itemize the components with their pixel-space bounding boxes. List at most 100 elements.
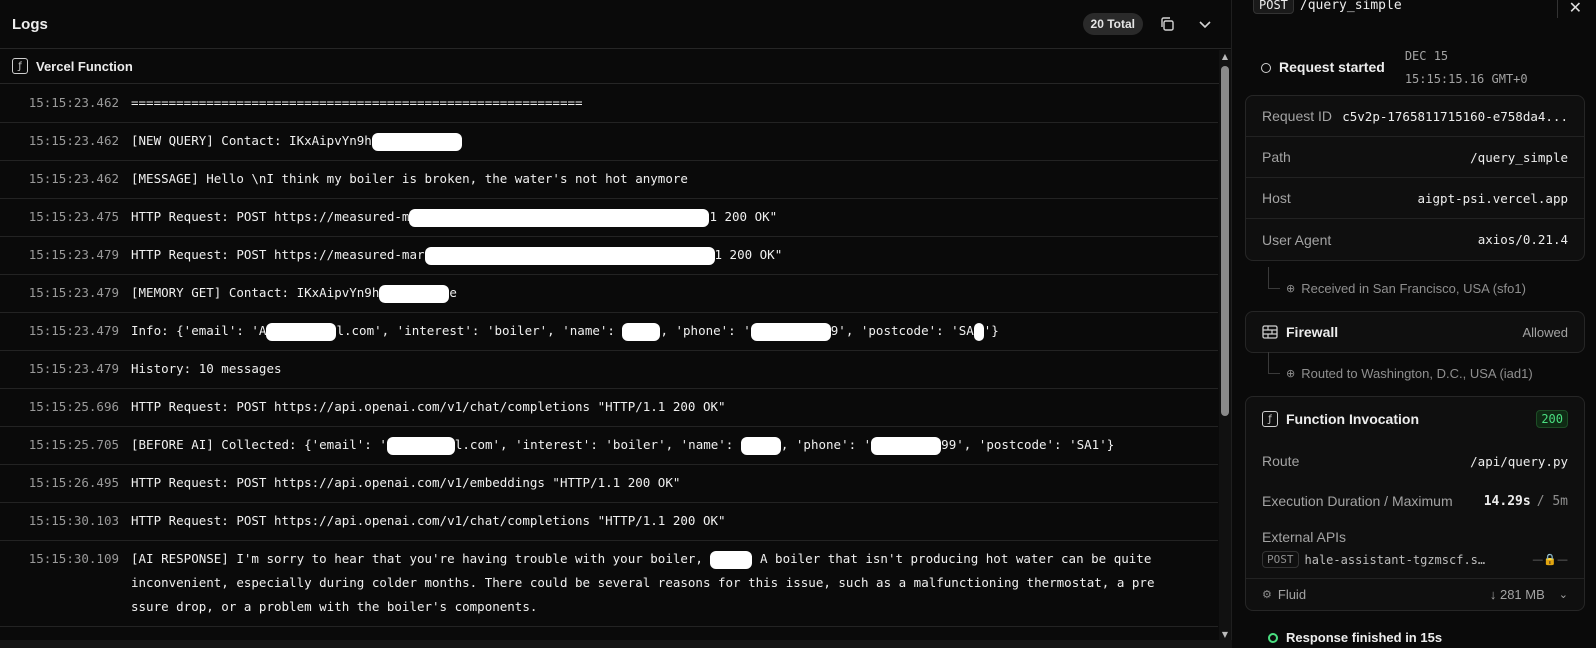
path-value[interactable]: /query_simple: [1470, 150, 1568, 165]
log-row[interactable]: 15:15:23.479 Info: {'email': 'A l.com', 'i…: [0, 313, 1218, 351]
circle-icon: [1261, 63, 1271, 73]
log-text: , 'phone': ': [780, 437, 872, 452]
function-icon: ƒ: [12, 58, 28, 74]
log-scrollbar[interactable]: ▲ ▼: [1219, 50, 1231, 648]
log-text: , 'phone': ': [660, 323, 751, 338]
log-text: [MEMORY GET] Contact: IKxAipvYn9h: [131, 285, 380, 300]
log-row[interactable]: 15:15:23.479 History: 10 messages: [0, 351, 1218, 389]
request-path: /query_simple: [1299, 0, 1402, 13]
duration-row: Execution Duration / Maximum 14.29s / 5m: [1246, 481, 1584, 521]
firewall-icon: [1262, 325, 1278, 339]
log-text: HTTP Request: POST https://measured-m: [131, 209, 410, 224]
function-invocation-card: ƒ Function Invocation 200 Route /api/que…: [1245, 396, 1585, 611]
logs-header: Logs 20 Total: [0, 0, 1231, 49]
redaction-mark: [622, 322, 661, 341]
chevron-down-icon[interactable]: ⌄: [1559, 588, 1568, 601]
log-row[interactable]: 15:15:23.462 [MESSAGE] Hello \nI think my…: [0, 161, 1218, 199]
log-message: Info: {'email': 'A l.com', 'interest': 'b…: [131, 319, 1161, 343]
memory-value: ↓ 281 MB: [1489, 587, 1545, 602]
log-row[interactable]: 15:15:23.479 HTTP Request: POST https://m…: [0, 237, 1218, 275]
route-label: Route: [1262, 453, 1300, 469]
redaction-mark: [371, 132, 462, 151]
user-agent-row: User Agent axios/0.21.4: [1246, 219, 1584, 260]
routed-to-text: Routed to Washington, D.C., USA (iad1): [1301, 366, 1533, 381]
duration-value: 14.29s: [1483, 493, 1531, 509]
log-text: [MESSAGE] Hello \nI think my boiler is b…: [131, 171, 688, 186]
log-row[interactable]: 15:15:30.109 [AI RESPONSE] I'm sorry to h…: [0, 541, 1218, 627]
invocation-title: Function Invocation: [1286, 411, 1419, 427]
firewall-card[interactable]: Firewall Allowed: [1245, 311, 1585, 353]
total-badge: 20 Total: [1082, 13, 1143, 35]
fluid-row[interactable]: ⚙ Fluid ↓ 281 MB ⌄: [1246, 578, 1584, 610]
redaction-mark: [266, 322, 337, 341]
request-started: Request started DEC 15 15:15:15.16 GMT+0: [1261, 45, 1528, 91]
close-icon[interactable]: ✕: [1569, 0, 1582, 17]
log-text: e: [449, 285, 457, 300]
connector-line: [1268, 352, 1269, 374]
log-message: ========================================…: [131, 91, 1161, 115]
request-path-header: POST /query_simple: [1253, 0, 1402, 14]
request-id-value[interactable]: c5v2p-1765811715160-e758da4...: [1342, 109, 1568, 124]
log-row[interactable]: 15:15:26.495 HTTP Request: POST https://a…: [0, 465, 1218, 503]
path-row: Path /query_simple: [1246, 137, 1584, 178]
firewall-label: Firewall: [1286, 324, 1339, 340]
log-timestamp: 15:15:26.495: [28, 475, 119, 490]
scroll-up-icon[interactable]: ▲: [1219, 52, 1231, 66]
log-text: 99', 'postcode': 'SA1'}: [941, 437, 1115, 452]
redaction-mark: [424, 246, 715, 265]
log-row[interactable]: 15:15:25.696 HTTP Request: POST https://a…: [0, 389, 1218, 427]
log-message: [NEW QUERY] Contact: IKxAipvYn9h: [131, 129, 1161, 153]
gear-icon: ⚙: [1262, 588, 1272, 601]
routed-to-row: ⊕ Routed to Washington, D.C., USA (iad1): [1268, 352, 1533, 381]
redaction-mark: [379, 284, 450, 303]
external-api-row[interactable]: POST hale-assistant-tgzmscf.svc.aped... …: [1246, 549, 1584, 578]
log-row[interactable]: 15:15:23.462 [NEW QUERY] Contact: IKxAipv…: [0, 123, 1218, 161]
log-row[interactable]: 15:15:23.462 ============================…: [0, 85, 1218, 123]
redaction-mark: [973, 322, 984, 341]
log-timestamp: 15:15:23.462: [28, 133, 119, 148]
host-label: Host: [1262, 190, 1291, 206]
scroll-thumb[interactable]: [1221, 66, 1229, 416]
logs-panel: Logs 20 Total ƒ Vercel Function 15:15:23…: [0, 0, 1232, 648]
invocation-header[interactable]: ƒ Function Invocation 200: [1246, 397, 1584, 441]
log-row[interactable]: 15:15:23.475 HTTP Request: POST https://m…: [0, 199, 1218, 237]
route-value[interactable]: /api/query.py: [1470, 454, 1568, 469]
log-timestamp: 15:15:23.462: [28, 95, 119, 110]
log-message: [AI RESPONSE] I'm sorry to hear that you…: [131, 547, 1161, 619]
chevron-down-icon[interactable]: [1191, 10, 1219, 38]
function-icon: ƒ: [1262, 411, 1278, 427]
request-detail-panel: POST /query_simple ✕ Request started DEC…: [1233, 0, 1596, 648]
logs-header-actions: 20 Total: [1082, 10, 1219, 38]
log-text: l.com', 'interest': 'boiler', 'name':: [454, 437, 741, 452]
log-list[interactable]: 15:15:23.462 ============================…: [0, 85, 1218, 648]
connector-branch: [1268, 288, 1280, 289]
success-dot-icon: [1268, 633, 1278, 643]
duration-label: Execution Duration / Maximum: [1262, 493, 1453, 509]
function-filter-row[interactable]: ƒ Vercel Function: [0, 49, 1231, 84]
log-text: [BEFORE AI] Collected: {'email': ': [131, 437, 387, 452]
host-value[interactable]: aigpt-psi.vercel.app: [1417, 191, 1568, 206]
host-row: Host aigpt-psi.vercel.app: [1246, 178, 1584, 219]
duration-max: / 5m: [1536, 493, 1568, 509]
received-in-row: ⊕ Received in San Francisco, USA (sfo1): [1268, 267, 1526, 296]
bottom-bar: [0, 640, 1232, 648]
redaction-mark: [409, 208, 710, 227]
request-id-label: Request ID: [1262, 108, 1333, 124]
started-clock: 15:15:15.16 GMT+0: [1404, 72, 1528, 86]
route-row: Route /api/query.py: [1246, 441, 1584, 481]
log-text: '}: [983, 323, 999, 338]
user-agent-label: User Agent: [1262, 231, 1332, 248]
log-timestamp: 15:15:23.475: [28, 209, 119, 224]
log-message: [BEFORE AI] Collected: {'email': ' l.com'…: [131, 433, 1161, 457]
redaction-mark: [871, 436, 942, 455]
log-row[interactable]: 15:15:23.479 [MEMORY GET] Contact: IKxAip…: [0, 275, 1218, 313]
status-badge: 200: [1536, 410, 1568, 428]
copy-icon[interactable]: [1153, 10, 1181, 38]
log-message: History: 10 messages: [131, 357, 1161, 381]
log-row[interactable]: 15:15:30.103 HTTP Request: POST https://a…: [0, 503, 1218, 541]
log-text: HTTP Request: POST https://api.openai.co…: [131, 399, 726, 414]
received-in-text: Received in San Francisco, USA (sfo1): [1301, 281, 1526, 296]
user-agent-value[interactable]: axios/0.21.4: [1478, 232, 1568, 247]
log-timestamp: 15:15:23.479: [28, 285, 119, 300]
log-row[interactable]: 15:15:25.705 [BEFORE AI] Collected: {'ema…: [0, 427, 1218, 465]
